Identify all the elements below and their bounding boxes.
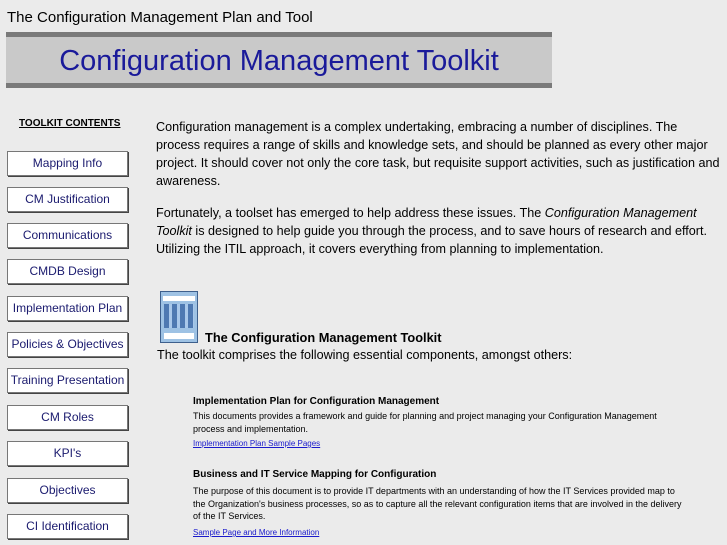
second-paragraph: Fortunately, a toolset has emerged to he… [156, 204, 720, 258]
page-top-title: The Configuration Management Plan and To… [7, 9, 313, 26]
second-paragraph-text-end: is designed to help guide you through th… [156, 224, 707, 256]
second-paragraph-text-start: Fortunately, a toolset has emerged to he… [156, 206, 545, 220]
component-title: Implementation Plan for Configuration Ma… [193, 396, 440, 407]
nav-button-training-presentation[interactable]: Training Presentation [7, 368, 128, 393]
component-description: The purpose of this document is to provi… [193, 486, 682, 521]
nav-button-policies-objectives[interactable]: Policies & Objectives [7, 332, 128, 357]
banner: Configuration Management Toolkit [6, 32, 552, 88]
toolkit-cover-thumbnail[interactable] [160, 291, 198, 343]
nav-button-kpis[interactable]: KPI's [7, 441, 128, 466]
nav-button-cm-justification[interactable]: CM Justification [7, 187, 128, 212]
toolkit-section-intro: The toolkit comprises the following esse… [157, 348, 573, 362]
nav-button-cm-roles[interactable]: CM Roles [7, 405, 128, 430]
toolkit-section-title: The Configuration Management Toolkit [205, 330, 442, 345]
intro-paragraph: Configuration management is a complex un… [156, 120, 720, 188]
component-sample-link[interactable]: Sample Page and More Information [193, 528, 319, 537]
nav-button-communications[interactable]: Communications [7, 223, 128, 248]
nav-button-implementation-plan[interactable]: Implementation Plan [7, 296, 128, 321]
banner-title: Configuration Management Toolkit [59, 45, 499, 77]
component-title: Business and IT Service Mapping for Conf… [193, 469, 437, 480]
nav-button-objectives[interactable]: Objectives [7, 478, 128, 503]
component-sample-link[interactable]: Implementation Plan Sample Pages [193, 439, 320, 448]
component-description: This documents provides a framework and … [193, 411, 657, 434]
toolkit-contents-heading: TOOLKIT CONTENTS [19, 118, 121, 129]
nav-button-ci-identification[interactable]: CI Identification [7, 514, 128, 539]
nav-button-cmdb-design[interactable]: CMDB Design [7, 259, 128, 284]
nav-button-mapping-info[interactable]: Mapping Info [7, 151, 128, 176]
